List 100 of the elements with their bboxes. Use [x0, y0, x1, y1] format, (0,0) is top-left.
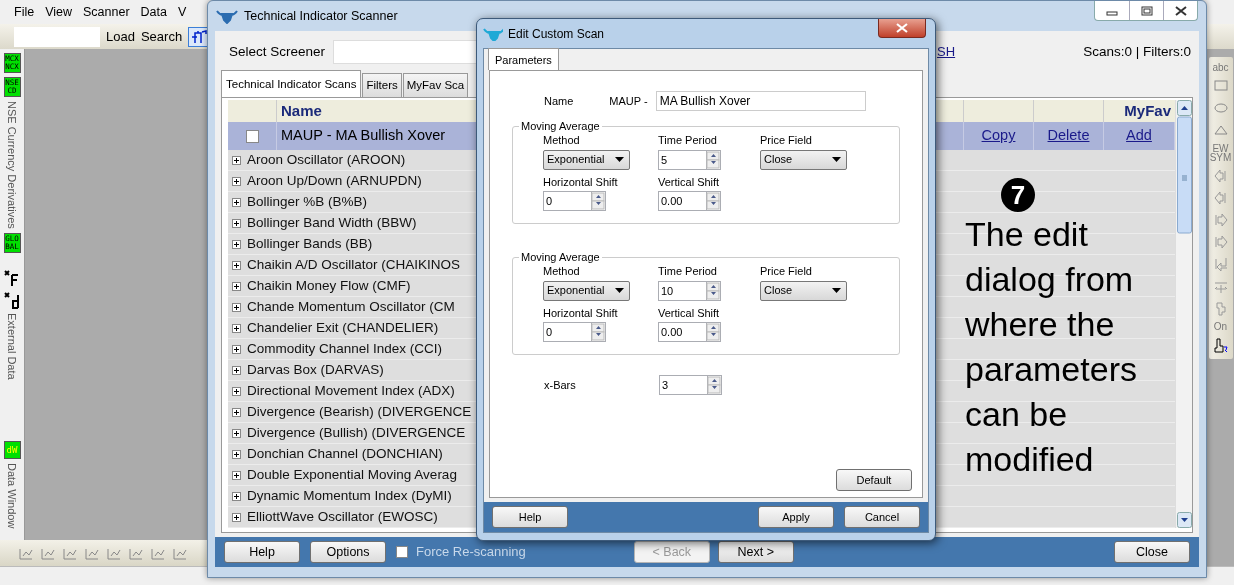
menu-item[interactable]: Data	[140, 2, 167, 22]
drawing-tool[interactable]: abc	[1212, 63, 1229, 72]
indicator-name[interactable]: Chande Momentum Oscillator (CM	[247, 296, 455, 318]
chart-line-tool-icon[interactable]	[128, 546, 144, 560]
chart-line-tool-icon[interactable]	[172, 546, 188, 560]
spin-field[interactable]: 0	[543, 322, 591, 342]
spin-field[interactable]: 10	[658, 280, 706, 301]
spin-field[interactable]: 5	[658, 149, 706, 170]
nav-button[interactable]: Next >	[717, 541, 794, 563]
row-checkbox[interactable]	[245, 129, 259, 143]
indicator-name[interactable]: Bollinger Bands (BB)	[247, 233, 373, 255]
action-link[interactable]: Copy	[981, 125, 1016, 147]
spin-buttons[interactable]	[706, 322, 721, 342]
function-icon[interactable]	[3, 268, 21, 287]
panel-tab[interactable]: Data Window	[3, 463, 21, 529]
chart-line-tool-icon[interactable]	[84, 546, 100, 560]
indicator-name[interactable]: Chaikin Money Flow (CMF)	[247, 275, 411, 297]
expand-icon[interactable]	[232, 365, 241, 375]
indicator-name[interactable]: ElliottWave Oscillator (EWOSC)	[247, 506, 438, 528]
default-button[interactable]: Default	[836, 469, 912, 491]
expand-icon[interactable]	[232, 323, 241, 333]
close-button[interactable]	[878, 19, 926, 38]
expand-icon[interactable]	[232, 281, 241, 291]
spin-field[interactable]: 3	[659, 375, 707, 395]
scroll-down-button[interactable]	[1176, 512, 1192, 528]
drawing-tool[interactable]: EW SYM	[1208, 144, 1233, 162]
spin-buttons[interactable]	[591, 322, 606, 342]
indicator-name[interactable]: Aroon Oscillator (AROON)	[247, 149, 406, 171]
name-field[interactable]: MA Bullish Xover	[655, 91, 866, 111]
tab[interactable]: Technical Indicator Scans	[221, 69, 362, 97]
indicator-name[interactable]: Chandelier Exit (CHANDELIER)	[247, 317, 439, 339]
expand-icon[interactable]	[232, 407, 241, 417]
spin-buttons[interactable]	[706, 191, 721, 211]
footer-button[interactable]: Help	[224, 541, 300, 563]
expand-icon[interactable]	[232, 491, 241, 501]
scroll-up-button[interactable]	[1176, 100, 1192, 116]
panel-tab[interactable]: NSE Currency Derivatives	[3, 101, 21, 229]
spin-field[interactable]: 0.00	[658, 191, 706, 211]
indicator-name[interactable]: Darvas Box (DARVAS)	[247, 359, 384, 381]
dropdown[interactable]: Close	[760, 280, 847, 301]
spin-buttons[interactable]	[591, 191, 606, 211]
symbol-field[interactable]	[14, 26, 100, 47]
tab[interactable]: Filters	[362, 72, 402, 97]
chart-line-tool-icon[interactable]	[40, 546, 56, 560]
chart-line-tool-icon[interactable]	[150, 546, 166, 560]
scrollbar-thumb[interactable]	[1176, 116, 1192, 234]
field-label: Price Field	[760, 133, 813, 148]
refresh-link[interactable]: SH	[937, 42, 956, 62]
expand-icon[interactable]	[232, 155, 241, 165]
expand-icon[interactable]	[232, 176, 241, 186]
expand-icon[interactable]	[232, 218, 241, 228]
chart-line-tool-icon[interactable]	[62, 546, 78, 560]
close-window-button[interactable]: Close	[1114, 541, 1190, 563]
spin-buttons[interactable]	[706, 149, 721, 170]
indicator-name[interactable]: Chaikin A/D Oscillator (CHAIKINOS	[247, 254, 461, 276]
spin-field[interactable]: 0.00	[658, 322, 706, 342]
expand-icon[interactable]	[232, 260, 241, 270]
dialog-button[interactable]: Cancel	[844, 506, 920, 528]
toolbar-button[interactable]: Search	[140, 26, 183, 47]
tab[interactable]: MyFav Sca	[402, 72, 469, 97]
data-icon[interactable]	[3, 290, 21, 309]
expand-icon[interactable]	[232, 428, 241, 438]
tab[interactable]: Parameters	[488, 47, 559, 70]
dropdown[interactable]: Close	[760, 149, 847, 170]
drawing-tool[interactable]: On	[1213, 322, 1228, 331]
menu-item[interactable]: V	[178, 2, 187, 22]
panel-tab[interactable]: External Data	[3, 312, 21, 380]
chart-line-tool-icon[interactable]	[106, 546, 122, 560]
indicator-name[interactable]: Bollinger Band Width (BBW)	[247, 212, 417, 234]
expand-icon[interactable]	[232, 470, 241, 480]
expand-icon[interactable]	[232, 344, 241, 354]
cursor-icon[interactable]	[1212, 337, 1229, 353]
indicator-name[interactable]: Directional Movement Index (ADX)	[247, 380, 455, 402]
menu-item[interactable]: File	[14, 2, 35, 22]
spin-buttons[interactable]	[706, 280, 721, 301]
expand-icon[interactable]	[232, 302, 241, 312]
toolbar-button[interactable]: Load	[106, 26, 135, 47]
dialog-button[interactable]: Help	[492, 506, 568, 528]
expand-icon[interactable]	[232, 239, 241, 249]
indicator-name[interactable]: Double Exponential Moving Averag	[247, 464, 457, 486]
expand-icon[interactable]	[232, 449, 241, 459]
action-link[interactable]: Delete	[1047, 125, 1090, 147]
group-title: Moving Average	[520, 121, 601, 132]
menu-item[interactable]: Scanner	[83, 2, 130, 22]
dropdown[interactable]: Exponential	[543, 149, 630, 170]
dialog-button[interactable]: Apply	[758, 506, 834, 528]
chart-line-tool-icon[interactable]	[18, 546, 34, 560]
indicator-name[interactable]: Aroon Up/Down (ARNUPDN)	[247, 170, 422, 192]
expand-icon[interactable]	[232, 512, 241, 522]
spin-buttons[interactable]	[707, 375, 722, 395]
action-link[interactable]: Add	[1126, 125, 1152, 147]
expand-icon[interactable]	[232, 386, 241, 396]
spin-field[interactable]: 0	[543, 191, 591, 211]
field-label: Method	[543, 133, 581, 148]
indicator-name[interactable]: Bollinger %B (B%B)	[247, 191, 368, 213]
expand-icon[interactable]	[232, 197, 241, 207]
force-rescan-checkbox[interactable]	[396, 546, 408, 558]
footer-button[interactable]: Options	[310, 541, 386, 563]
dropdown[interactable]: Exponential	[543, 280, 630, 301]
menu-item[interactable]: View	[45, 2, 73, 22]
